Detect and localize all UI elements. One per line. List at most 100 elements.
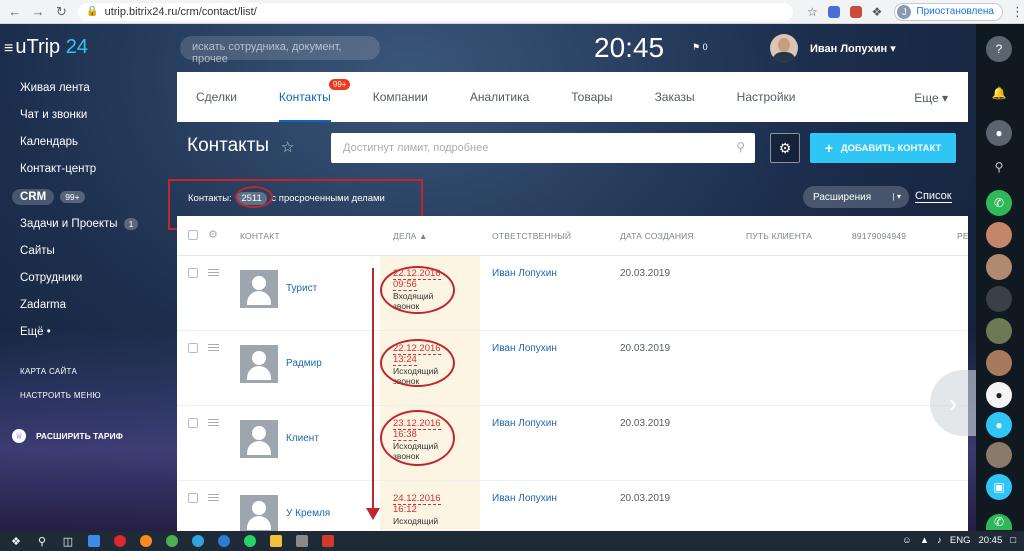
menu-item-live-feed[interactable]: Живая лента	[20, 82, 90, 94]
filter-search-input[interactable]: Достигнут лимит, подробнее ⚲	[331, 133, 755, 163]
contact-avatar-icon[interactable]	[986, 254, 1012, 280]
global-search-input[interactable]: искать сотрудника, документ, прочее	[180, 36, 380, 65]
search-icon[interactable]: ⚲	[986, 154, 1012, 180]
chrome-icon[interactable]	[162, 531, 182, 551]
people-icon[interactable]: ☺	[902, 535, 912, 546]
search-icon[interactable]: ⚲	[736, 140, 745, 154]
whatsapp-icon[interactable]	[240, 531, 260, 551]
upgrade-plan-button[interactable]: ♕ РАСШИРИТЬ ТАРИФ	[12, 429, 123, 443]
table-row[interactable]: Турист 22.12.2016 09:56 Входящий звонок И…	[177, 256, 968, 331]
header-responsible[interactable]: ОТВЕТСТВЕННЫЙ	[492, 231, 571, 241]
menu-item-tasks[interactable]: Задачи и Проекты 1	[20, 218, 139, 230]
star-icon[interactable]: ☆	[281, 138, 294, 156]
header-contact[interactable]: КОНТАКТ	[240, 231, 280, 241]
tab-contacts[interactable]: Контакты 99+	[278, 72, 351, 122]
deal-deadline[interactable]: 24.12.2016 16:12	[393, 493, 441, 515]
header-journey[interactable]: ПУТЬ КЛИЕНТА	[746, 231, 812, 241]
contact-avatar-icon[interactable]	[986, 318, 1012, 344]
row-menu-icon[interactable]	[208, 419, 219, 428]
responsible-link[interactable]: Иван Лопухин	[492, 343, 557, 354]
keyboard-lang[interactable]: ENG	[950, 535, 971, 546]
back-icon[interactable]: ←	[6, 3, 23, 21]
address-bar[interactable]: 🔒 utrip.bitrix24.ru/crm/contact/list/	[78, 2, 793, 21]
forward-icon[interactable]: →	[29, 3, 46, 21]
responsible-link[interactable]: Иван Лопухин	[492, 493, 557, 504]
site-map-link[interactable]: КАРТА САЙТА	[20, 367, 77, 376]
puzzle-icon[interactable]: ❖	[872, 5, 883, 19]
contact-avatar-icon[interactable]: ●	[986, 382, 1012, 408]
contact-name[interactable]: У Кремля	[286, 508, 330, 519]
menu-item-contact-center[interactable]: Контакт-центр	[20, 163, 96, 175]
taskbar-clock[interactable]: 20:45	[978, 535, 1002, 546]
extensions-button[interactable]: Расширения | ▾	[803, 186, 909, 208]
configure-menu-link[interactable]: НАСТРОИТЬ МЕНЮ	[20, 391, 101, 400]
app-icon[interactable]	[318, 531, 338, 551]
volume-icon[interactable]: ♪	[937, 535, 942, 546]
user-avatar[interactable]	[770, 34, 798, 62]
table-row[interactable]: Радмир 22.12.2016 13:24 Исходящий звонок …	[177, 331, 968, 406]
search-icon[interactable]: ⚲	[32, 531, 52, 551]
table-row[interactable]: Клиент 23.12.2016 16:38 Исходящий звонок …	[177, 406, 968, 481]
tab-more[interactable]: Еще ▾	[914, 91, 948, 105]
list-view-link[interactable]: Список	[915, 190, 952, 203]
extension-icon[interactable]	[827, 5, 840, 18]
flag-counter[interactable]: ⚑ 0	[692, 42, 708, 53]
logo[interactable]: ≡ uTrip 24	[4, 36, 88, 59]
row-menu-icon[interactable]	[208, 269, 219, 278]
notifications-icon[interactable]: □	[1010, 535, 1016, 546]
phone-icon[interactable]: ✆	[986, 514, 1012, 530]
header-created[interactable]: ДАТА СОЗДАНИЯ	[620, 231, 694, 241]
profile-button[interactable]: J Приостановлена	[894, 2, 1003, 21]
header-deals[interactable]: ДЕЛА ▲	[393, 231, 428, 241]
contact-name[interactable]: Радмир	[286, 358, 322, 369]
settings-gear-button[interactable]: ⚙	[770, 133, 800, 163]
menu-item-calendar[interactable]: Календарь	[20, 136, 78, 148]
edge-icon[interactable]	[214, 531, 234, 551]
contact-name[interactable]: Клиент	[286, 433, 319, 444]
phone-icon[interactable]: ✆	[986, 190, 1012, 216]
explorer-icon[interactable]	[266, 531, 286, 551]
reload-icon[interactable]: ↻	[53, 3, 70, 21]
task-view-icon[interactable]: ◫	[58, 531, 78, 551]
browser-menu-icon[interactable]: ⋮	[1011, 4, 1024, 20]
row-menu-icon[interactable]	[208, 494, 219, 503]
responsible-link[interactable]: Иван Лопухин	[492, 268, 557, 279]
windows-start-icon[interactable]: ❖	[6, 531, 26, 551]
store-icon[interactable]	[84, 531, 104, 551]
row-checkbox[interactable]	[188, 268, 198, 278]
help-icon[interactable]: ?	[986, 36, 1012, 62]
menu-item-crm[interactable]: CRM 99+	[12, 189, 85, 205]
tab-analytics[interactable]: Аналитика	[470, 72, 529, 122]
row-menu-icon[interactable]	[208, 344, 219, 353]
responsible-link[interactable]: Иван Лопухин	[492, 418, 557, 429]
menu-item-chat[interactable]: Чат и звонки	[20, 109, 87, 121]
tab-products[interactable]: Товары	[571, 72, 612, 122]
contact-avatar-icon[interactable]	[986, 442, 1012, 468]
notification-bell-icon[interactable]: 🔔	[986, 80, 1012, 106]
tab-deals[interactable]: Сделки	[196, 72, 237, 122]
network-icon[interactable]: ▲	[920, 535, 929, 546]
header-extra[interactable]: РЕ	[957, 231, 968, 241]
tab-settings[interactable]: Настройки	[737, 72, 796, 122]
row-checkbox[interactable]	[188, 343, 198, 353]
contact-avatar-icon[interactable]	[986, 286, 1012, 312]
contact-name[interactable]: Турист	[286, 283, 317, 294]
column-settings-icon[interactable]: ⚙	[208, 228, 218, 241]
tab-companies[interactable]: Компании	[373, 72, 428, 122]
telegram-icon[interactable]	[188, 531, 208, 551]
tab-orders[interactable]: Заказы	[655, 72, 695, 122]
contact-avatar-icon[interactable]	[986, 350, 1012, 376]
menu-item-sites[interactable]: Сайты	[20, 245, 55, 257]
menu-item-zadarma[interactable]: Zadarma	[20, 299, 66, 311]
chat-icon[interactable]: ▣	[986, 474, 1012, 500]
menu-burger-icon[interactable]: ≡	[4, 40, 13, 58]
bookmark-star-icon[interactable]: ☆	[807, 5, 818, 19]
row-checkbox[interactable]	[188, 493, 198, 503]
select-all-checkbox[interactable]	[188, 230, 198, 240]
menu-item-employees[interactable]: Сотрудники	[20, 272, 82, 284]
menu-item-more[interactable]: Ещё •	[20, 326, 51, 338]
app-icon[interactable]	[292, 531, 312, 551]
user-icon[interactable]: ●	[986, 412, 1012, 438]
contact-avatar-icon[interactable]	[986, 222, 1012, 248]
clock[interactable]: 20:45	[594, 32, 664, 64]
